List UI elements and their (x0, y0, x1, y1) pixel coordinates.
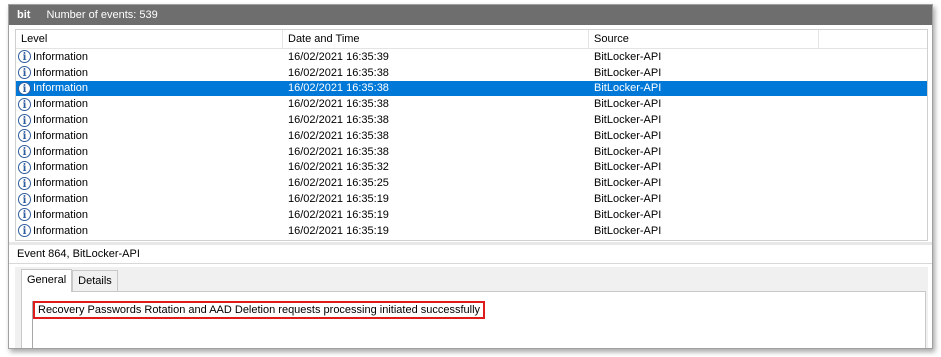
level-text: Information (33, 66, 89, 79)
cell-date-and-time: 16/02/2021 16:35:38 (288, 82, 389, 95)
table-row[interactable]: i Information 16/02/2021 16:35:19 BitLocker… (16, 191, 927, 207)
cell-level: i Information (16, 145, 283, 159)
column-header-date-and-time[interactable]: Date and Time (283, 30, 589, 48)
log-name: bit (17, 9, 31, 21)
cell-date-and-time: 16/02/2021 16:35:38 (288, 129, 389, 142)
events-table: Level Date and Time Source i Information 1… (15, 29, 928, 241)
table-row[interactable]: i Information 16/02/2021 16:35:19 BitLocker… (16, 207, 927, 223)
information-icon: i (18, 192, 31, 206)
cell-source: BitLocker-API (594, 145, 662, 158)
cell-date-and-time: 16/02/2021 16:35:38 (288, 66, 389, 79)
column-header-level[interactable]: Level (16, 30, 283, 48)
cell-source: BitLocker-API (594, 114, 662, 127)
cell-date-and-time: 16/02/2021 16:35:19 (288, 208, 389, 221)
table-row[interactable]: i Information 16/02/2021 16:35:32 BitLocker… (16, 160, 927, 176)
cell-source: BitLocker-API (594, 82, 662, 95)
event-message-box[interactable]: Recovery Passwords Rotation and AAD Dele… (32, 301, 908, 348)
level-text: Information (33, 129, 89, 142)
cell-source: BitLocker-API (594, 224, 662, 237)
general-tab-panel: Recovery Passwords Rotation and AAD Dele… (21, 291, 926, 348)
level-text: Information (33, 114, 89, 127)
log-title-bar: bit Number of events: 539 (9, 5, 932, 25)
level-text: Information (33, 98, 89, 111)
level-text: Information (33, 193, 89, 206)
level-text: Information (33, 161, 89, 174)
cell-level: i Information (16, 97, 283, 111)
level-text: Information (33, 224, 89, 237)
table-row[interactable]: i Information 16/02/2021 16:35:25 BitLocker… (16, 175, 927, 191)
cell-level: i Information (16, 66, 283, 80)
cell-level: i Information (16, 192, 283, 206)
cell-date-and-time: 16/02/2021 16:35:38 (288, 145, 389, 158)
detail-tabs: General Details (21, 269, 118, 292)
table-row[interactable]: i Information 16/02/2021 16:35:38 BitLocker… (16, 112, 927, 128)
table-row[interactable]: i Information 16/02/2021 16:35:38 BitLocker… (16, 128, 927, 144)
cell-date-and-time: 16/02/2021 16:35:38 (288, 114, 389, 127)
table-header: Level Date and Time Source (16, 30, 927, 49)
table-row[interactable]: i Information 16/02/2021 16:35:19 BitLocker… (16, 223, 927, 239)
information-icon: i (18, 113, 31, 127)
table-body: i Information 16/02/2021 16:35:39 BitLocker… (16, 49, 927, 239)
event-detail-pane: General Details Recovery Passwords Rotat… (15, 267, 928, 348)
table-row[interactable]: i Information 16/02/2021 16:35:38 BitLocker… (16, 144, 927, 160)
table-row[interactable]: i Information 16/02/2021 16:35:38 BitLocker… (16, 80, 927, 97)
information-icon: i (18, 97, 31, 111)
cell-date-and-time: 16/02/2021 16:35:25 (288, 177, 389, 190)
cell-date-and-time: 16/02/2021 16:35:19 (288, 193, 389, 206)
level-text: Information (33, 145, 89, 158)
information-icon: i (18, 81, 31, 95)
cell-date-and-time: 16/02/2021 16:35:39 (288, 50, 389, 63)
tab-details[interactable]: Details (72, 270, 118, 291)
cell-source: BitLocker-API (594, 98, 662, 111)
column-header-blank (819, 30, 927, 48)
level-text: Information (33, 177, 89, 190)
cell-level: i Information (16, 176, 283, 190)
information-icon: i (18, 208, 31, 222)
column-header-source[interactable]: Source (589, 30, 819, 48)
information-icon: i (18, 224, 31, 238)
cell-level: i Information (16, 50, 283, 64)
information-icon: i (18, 66, 31, 80)
cell-date-and-time: 16/02/2021 16:35:38 (288, 98, 389, 111)
cell-level: i Information (16, 129, 283, 143)
information-icon: i (18, 145, 31, 159)
cell-source: BitLocker-API (594, 161, 662, 174)
information-icon: i (18, 129, 31, 143)
cell-source: BitLocker-API (594, 66, 662, 79)
event-message-text: Recovery Passwords Rotation and AAD Dele… (33, 301, 486, 319)
cell-date-and-time: 16/02/2021 16:35:32 (288, 161, 389, 174)
event-count: Number of events: 539 (46, 9, 158, 21)
level-text: Information (33, 50, 89, 63)
table-row[interactable]: i Information 16/02/2021 16:35:38 BitLocker… (16, 65, 927, 81)
level-text: Information (33, 208, 89, 221)
cell-level: i Information (16, 81, 283, 95)
event-viewer-window: bit Number of events: 539 Level Date and… (8, 4, 933, 349)
information-icon: i (18, 160, 31, 174)
information-icon: i (18, 50, 31, 64)
cell-source: BitLocker-API (594, 208, 662, 221)
cell-source: BitLocker-API (594, 193, 662, 206)
cell-level: i Information (16, 113, 283, 127)
cell-source: BitLocker-API (594, 177, 662, 190)
cell-source: BitLocker-API (594, 129, 662, 142)
cell-date-and-time: 16/02/2021 16:35:19 (288, 224, 389, 237)
level-text: Information (33, 82, 89, 95)
cell-level: i Information (16, 160, 283, 174)
information-icon: i (18, 176, 31, 190)
cell-source: BitLocker-API (594, 50, 662, 63)
tab-general[interactable]: General (21, 269, 73, 292)
table-row[interactable]: i Information 16/02/2021 16:35:38 BitLocker… (16, 96, 927, 112)
cell-level: i Information (16, 224, 283, 238)
cell-level: i Information (16, 208, 283, 222)
event-detail-header: Event 864, BitLocker-API (9, 245, 932, 264)
table-row[interactable]: i Information 16/02/2021 16:35:39 BitLocker… (16, 49, 927, 65)
